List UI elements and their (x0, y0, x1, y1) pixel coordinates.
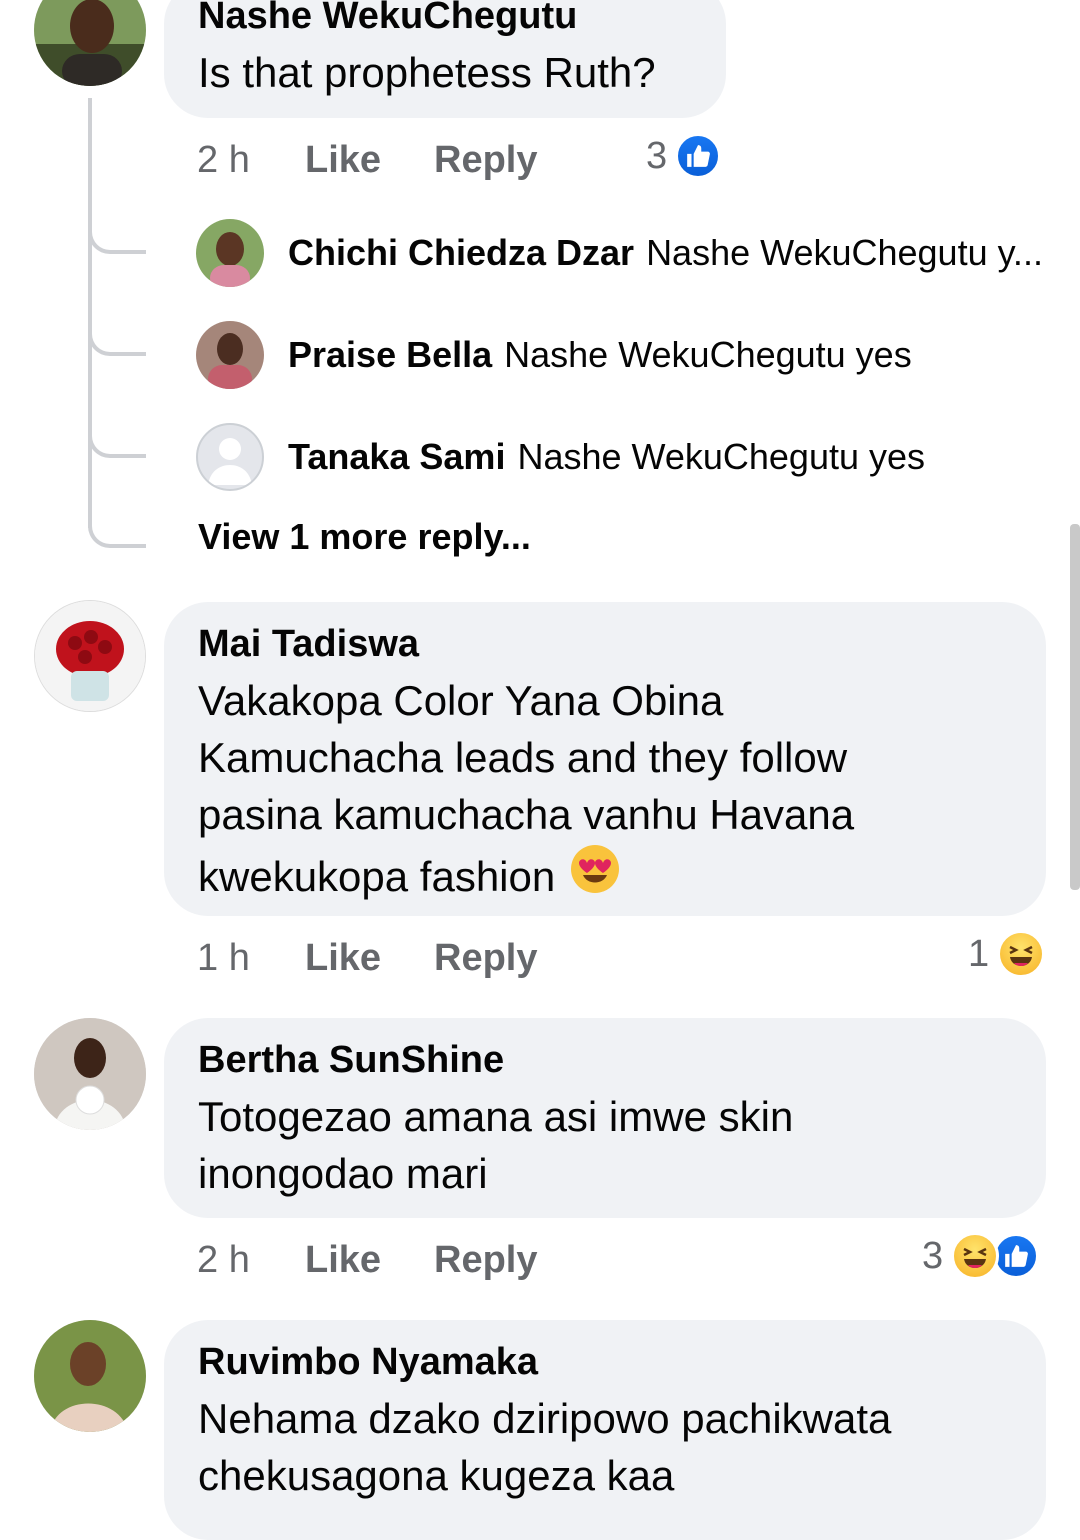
view-more-replies-link[interactable]: View 1 more reply... (198, 513, 531, 561)
reply-button[interactable]: Reply (434, 139, 537, 182)
reply-text: Nashe WekuChegutu yes (504, 334, 912, 375)
comment-bubble[interactable]: Mai Tadiswa Vakakopa Color Yana Obina Ka… (164, 602, 1046, 916)
reply-item[interactable]: Tanaka Sami Nashe WekuChegutu yes (196, 422, 925, 492)
like-button[interactable]: Like (305, 139, 434, 182)
comment-text: Nehama dzako dziripowo pachikwata (198, 1395, 892, 1442)
comment-text: kwekukopa fashion (198, 852, 556, 900)
comment-text: chekusagona kugeza kaa (198, 1452, 675, 1499)
like-icon (675, 133, 722, 179)
reaction-count: 1 (968, 932, 990, 975)
avatar[interactable] (34, 600, 146, 712)
reply-button[interactable]: Reply (434, 1239, 537, 1282)
comment-text: Is that prophetess Ruth? (198, 49, 656, 96)
reply-author[interactable]: Chichi Chiedza Dzar (288, 232, 634, 274)
avatar[interactable] (34, 1018, 146, 1130)
haha-icon (997, 930, 1046, 978)
thread-line (88, 98, 92, 528)
reply-text: Nashe WekuChegutu yes (517, 436, 926, 477)
avatar[interactable] (34, 0, 146, 86)
comment-text: Totogezao amana asi imwe skin (198, 1093, 794, 1140)
comment-text: pasina kamuchacha vanhu Havana (198, 791, 855, 838)
comment-author[interactable]: Nashe WekuChegutu (198, 0, 692, 44)
comment-author[interactable]: Mai Tadiswa (198, 616, 1012, 672)
like-icon (993, 1233, 1040, 1279)
reaction-summary[interactable]: 3 (922, 1230, 1040, 1282)
comment-text: Vakakopa Color Yana Obina (198, 677, 724, 724)
comment-bubble[interactable]: Nashe WekuChegutu Is that prophetess Rut… (164, 0, 726, 118)
default-avatar-icon[interactable] (196, 423, 264, 491)
like-button[interactable]: Like (305, 937, 434, 980)
comment-timestamp[interactable]: 1 h (197, 937, 305, 980)
heart-eyes-emoji-icon (569, 843, 621, 909)
avatar[interactable] (196, 321, 264, 389)
thread-connector (88, 432, 146, 458)
avatar[interactable] (34, 1320, 146, 1432)
thread-connector (88, 522, 146, 548)
avatar[interactable] (196, 219, 264, 287)
reply-button[interactable]: Reply (434, 937, 537, 980)
comment-timestamp[interactable]: 2 h (197, 1239, 305, 1282)
comment-author[interactable]: Ruvimbo Nyamaka (198, 1334, 1012, 1390)
comment-actions: 2 h Like Reply (197, 130, 537, 190)
reaction-count: 3 (922, 1234, 944, 1277)
comment-text: Kamuchacha leads and they follow (198, 734, 848, 781)
reply-text: Nashe WekuChegutu y... (646, 232, 1043, 273)
reply-author[interactable]: Tanaka Sami (288, 436, 505, 478)
comment-author[interactable]: Bertha SunShine (198, 1032, 1012, 1088)
thread-connector (88, 228, 146, 254)
thread-connector (88, 330, 146, 356)
reaction-count: 3 (646, 134, 668, 177)
reaction-summary[interactable]: 1 (968, 928, 1046, 980)
reply-item[interactable]: Chichi Chiedza Dzar Nashe WekuChegutu y.… (196, 218, 1043, 288)
reply-author[interactable]: Praise Bella (288, 334, 492, 376)
reaction-summary[interactable]: 3 (646, 130, 722, 182)
like-button[interactable]: Like (305, 1239, 434, 1282)
comment-text: inongodao mari (198, 1150, 488, 1197)
comment-actions: 1 h Like Reply (197, 928, 537, 988)
scrollbar[interactable] (1070, 524, 1080, 890)
comment-actions: 2 h Like Reply (197, 1230, 537, 1290)
comment-timestamp[interactable]: 2 h (197, 139, 305, 182)
comment-bubble[interactable]: Bertha SunShine Totogezao amana asi imwe… (164, 1018, 1046, 1218)
comment-bubble[interactable]: Ruvimbo Nyamaka Nehama dzako dziripowo p… (164, 1320, 1046, 1540)
reply-item[interactable]: Praise Bella Nashe WekuChegutu yes (196, 320, 912, 390)
haha-icon (951, 1232, 1000, 1280)
